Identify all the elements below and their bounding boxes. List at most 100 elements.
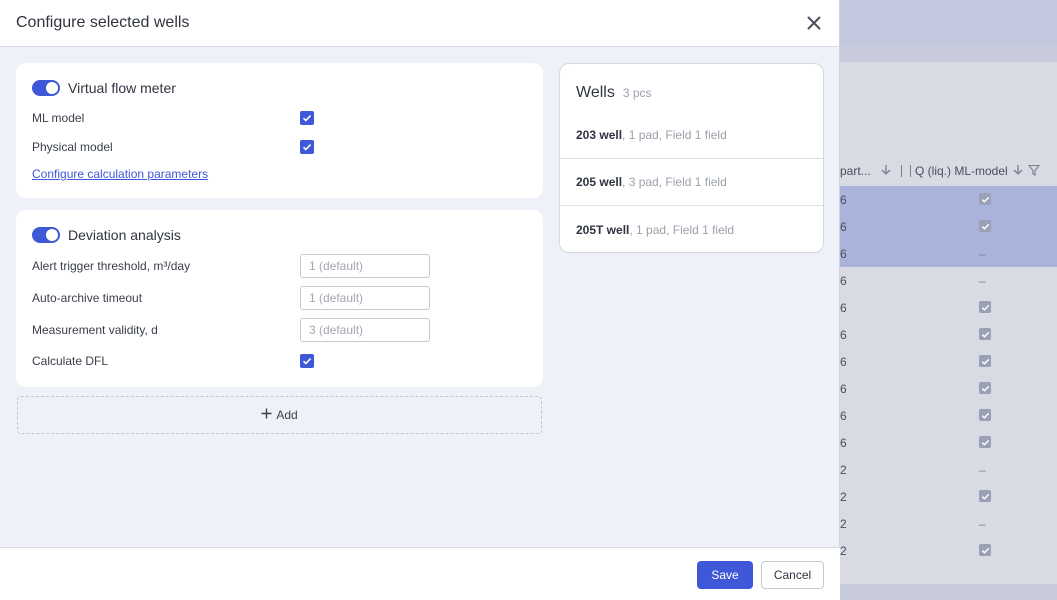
close-icon[interactable] <box>805 14 823 32</box>
well-details: , 1 pad, Field 1 field <box>622 128 727 142</box>
physical-model-row: Physical model <box>32 140 522 154</box>
table-cell-check-icon <box>904 193 1057 207</box>
deviation-analysis-title: Deviation analysis <box>68 227 181 243</box>
table-row[interactable]: 6 <box>840 375 1057 402</box>
table-cell-check-icon <box>904 436 1057 450</box>
column-divider <box>901 165 902 177</box>
virtual-flow-meter-title: Virtual flow meter <box>68 80 176 96</box>
add-button[interactable]: Add <box>17 396 542 434</box>
add-label: Add <box>276 408 298 422</box>
configure-calculation-parameters-link[interactable]: Configure calculation parameters <box>32 167 208 181</box>
table-cell-check-icon <box>904 328 1057 342</box>
save-button[interactable]: Save <box>697 561 753 589</box>
filter-icon[interactable] <box>1027 164 1040 179</box>
well-list-item: 205T well, 1 pad, Field 1 field <box>560 206 823 252</box>
table-cell-check-icon <box>904 409 1057 423</box>
check-icon <box>979 382 991 394</box>
well-name: 205 well <box>576 175 623 189</box>
table-cell-part: 6 <box>840 192 847 207</box>
column-header-q-liq-ml-model[interactable]: Q (liq.) ML-model <box>915 164 1008 178</box>
table-cell-part: 6 <box>840 408 847 423</box>
wells-count: 3 pcs <box>622 86 652 100</box>
table-cell-part: 6 <box>840 219 847 234</box>
table-row[interactable]: 6 <box>840 348 1057 375</box>
table-row[interactable]: 2– <box>840 456 1057 483</box>
column-header-part[interactable]: part... <box>840 164 871 178</box>
sort-arrow-icon[interactable] <box>1012 164 1024 179</box>
wells-card: Wells 3 pcs 203 well, 1 pad, Field 1 fie… <box>559 63 824 253</box>
check-icon <box>979 544 991 556</box>
table-cell-check-icon <box>904 355 1057 369</box>
auto-archive-input[interactable] <box>300 286 430 310</box>
modal-footer: Save Cancel <box>0 547 840 600</box>
deviation-analysis-card: Deviation analysis Alert trigger thresho… <box>16 210 543 387</box>
table-row[interactable]: 6– <box>840 267 1057 294</box>
virtual-flow-meter-toggle[interactable] <box>32 80 60 96</box>
measurement-validity-label: Measurement validity, d <box>32 323 158 337</box>
table-cell-part: 6 <box>840 354 847 369</box>
table-row[interactable]: 6 <box>840 402 1057 429</box>
physical-model-label: Physical model <box>32 140 113 154</box>
table-row[interactable]: 6– <box>840 240 1057 267</box>
check-icon <box>979 301 991 313</box>
table-cell-q-liq: – <box>979 246 986 261</box>
deviation-analysis-toggle[interactable] <box>32 227 60 243</box>
table-cell-q-liq: – <box>979 516 986 531</box>
modal-title: Configure selected wells <box>16 14 190 31</box>
table-row[interactable]: 6 <box>840 213 1057 240</box>
table-row[interactable]: 2 <box>840 537 1057 564</box>
deviation-analysis-header: Deviation analysis <box>32 227 181 243</box>
calculate-dfl-checkbox[interactable] <box>300 354 314 368</box>
table-cell-part: 6 <box>840 381 847 396</box>
physical-model-checkbox[interactable] <box>300 140 314 154</box>
configure-wells-modal: Configure selected wells Virtual flow me… <box>0 0 840 600</box>
auto-archive-row: Auto-archive timeout <box>32 286 522 310</box>
table-cell-check-icon <box>904 544 1057 558</box>
table-row[interactable]: 2 <box>840 483 1057 510</box>
check-icon <box>979 355 991 367</box>
table-row[interactable]: 6 <box>840 186 1057 213</box>
table-row[interactable]: 6 <box>840 429 1057 456</box>
table-cell-check-icon <box>904 301 1057 315</box>
ml-model-row: ML model <box>32 111 522 125</box>
well-details: , 1 pad, Field 1 field <box>629 222 735 237</box>
wells-list: 203 well, 1 pad, Field 1 field 205 well, … <box>560 112 823 252</box>
sort-arrow-icon[interactable] <box>880 164 892 179</box>
table-cell-part: 2 <box>840 516 847 531</box>
plus-icon <box>261 408 272 422</box>
wells-header: Wells 3 pcs <box>560 64 823 112</box>
well-name: 203 well <box>576 128 623 142</box>
table-row[interactable]: 2– <box>840 510 1057 537</box>
check-icon <box>979 436 991 448</box>
check-icon <box>979 193 991 205</box>
measurement-validity-row: Measurement validity, d <box>32 318 522 342</box>
table-cell-part: 6 <box>840 246 847 261</box>
ml-model-checkbox[interactable] <box>300 111 314 125</box>
table-cell-part: 2 <box>840 489 847 504</box>
column-divider <box>910 165 911 177</box>
auto-archive-label: Auto-archive timeout <box>32 291 143 305</box>
check-icon <box>979 220 991 232</box>
calculate-dfl-label: Calculate DFL <box>32 354 109 368</box>
well-details: , 3 pad, Field 1 field <box>622 175 727 189</box>
virtual-flow-meter-header: Virtual flow meter <box>32 80 176 96</box>
alert-threshold-input[interactable] <box>300 254 430 278</box>
table-cell-q-liq: – <box>979 273 986 288</box>
table-row[interactable]: 6 <box>840 321 1057 348</box>
table-row[interactable]: 6 <box>840 294 1057 321</box>
check-icon <box>979 328 991 340</box>
calculate-dfl-row: Calculate DFL <box>32 354 522 368</box>
ml-model-label: ML model <box>32 111 85 125</box>
table-cell-part: 2 <box>840 462 847 477</box>
wells-title: Wells <box>576 84 615 101</box>
well-name: 205T well <box>576 222 630 237</box>
background-table-header: part... Q (liq.) ML-model <box>840 157 1057 185</box>
alert-threshold-label: Alert trigger threshold, m³/day <box>32 259 191 273</box>
table-cell-check-icon <box>904 220 1057 234</box>
alert-threshold-row: Alert trigger threshold, m³/day <box>32 254 522 278</box>
virtual-flow-meter-card: Virtual flow meter ML model Physical mod… <box>16 63 543 198</box>
check-icon <box>979 409 991 421</box>
cancel-button[interactable]: Cancel <box>761 561 824 589</box>
measurement-validity-input[interactable] <box>300 318 430 342</box>
table-cell-check-icon <box>904 382 1057 396</box>
